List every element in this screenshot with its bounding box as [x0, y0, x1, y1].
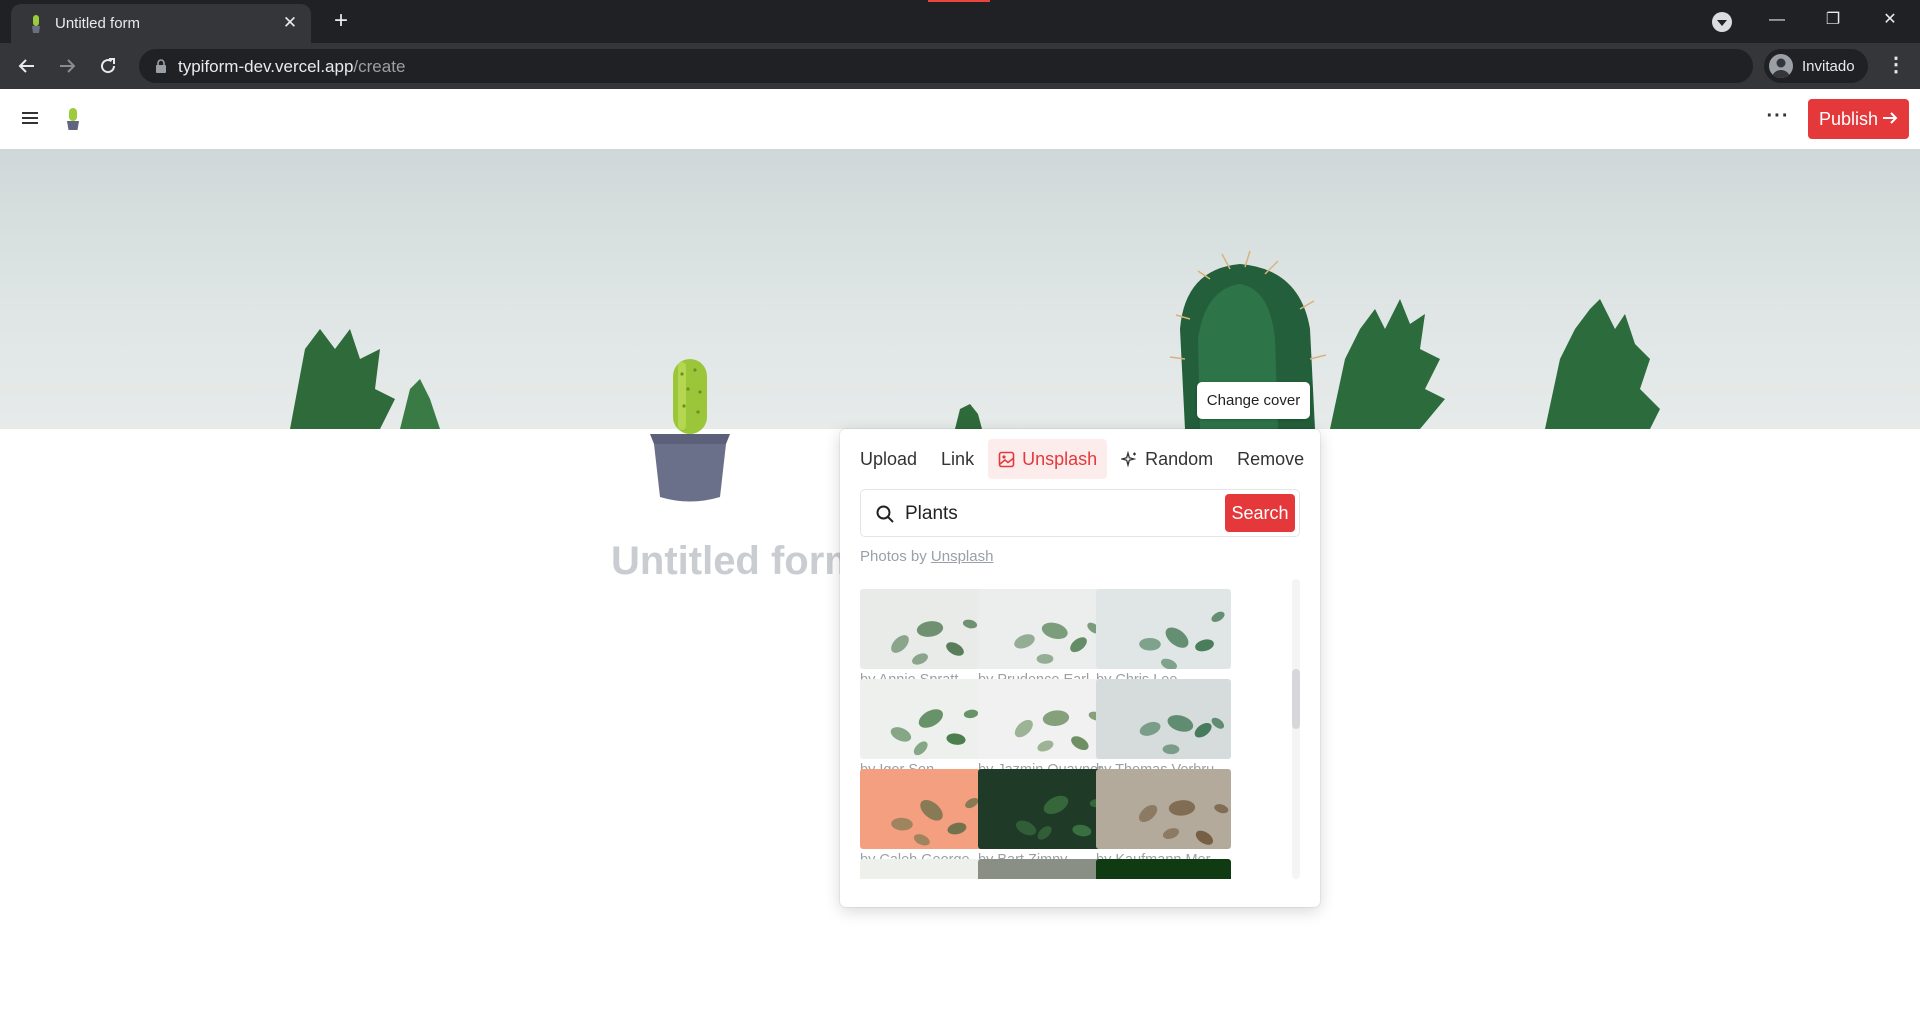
restore-button[interactable]: ❐: [1813, 6, 1853, 34]
photo-tile[interactable]: by Igor Son: [860, 679, 995, 778]
url-path: /create: [353, 57, 406, 76]
more-options-icon[interactable]: ···: [1764, 106, 1792, 131]
photo-thumbnail[interactable]: [978, 589, 1113, 669]
app-header: ··· Publish: [0, 89, 1920, 149]
sparkle-icon: [1121, 450, 1137, 467]
tab-search-icon[interactable]: [1712, 12, 1732, 32]
unsplash-search-box: Search: [860, 489, 1300, 537]
forward-button[interactable]: [51, 50, 83, 82]
unsplash-search-input[interactable]: [905, 500, 1205, 528]
photo-tile[interactable]: by Kaufmann Mercantile: [1096, 769, 1231, 868]
change-cover-button[interactable]: Change cover: [1197, 382, 1310, 419]
credit-prefix: Photos by: [860, 548, 927, 565]
tabstrip-accent: [928, 0, 990, 2]
cactus-cover-illustration: [290, 250, 1660, 429]
cactus-favicon-icon: [32, 15, 40, 33]
photo-tile[interactable]: by Prudence Earl: [978, 589, 1113, 688]
photo-grid-scrollbar[interactable]: [1292, 579, 1300, 879]
tab-title: Untitled form: [55, 15, 141, 32]
tab-link-label: Link: [941, 448, 975, 469]
tab-remove[interactable]: Remove: [1227, 439, 1314, 479]
photo-tile[interactable]: by Annie Spratt: [860, 589, 995, 688]
photo-grid-scroll-thumb[interactable]: [1292, 669, 1300, 729]
tab-random[interactable]: Random: [1111, 439, 1223, 479]
photo-thumbnail[interactable]: [860, 589, 995, 669]
lock-icon: [156, 59, 166, 73]
tab-upload[interactable]: Upload: [850, 439, 927, 479]
address-bar[interactable]: typiform-dev.vercel.app/create: [139, 49, 1753, 83]
photo-tile[interactable]: by Thomas Verbruggen: [1096, 679, 1231, 778]
tab-unsplash[interactable]: Unsplash: [988, 439, 1108, 479]
photo-tile[interactable]: by Bart Zimny: [978, 769, 1113, 868]
arrow-right-icon: [1883, 112, 1898, 124]
photo-thumbnail[interactable]: [978, 859, 1113, 879]
tab-upload-label: Upload: [860, 448, 918, 469]
back-button[interactable]: [11, 50, 43, 82]
photo-tile[interactable]: [978, 859, 1113, 879]
photo-thumbnail[interactable]: [860, 679, 995, 759]
window-close-button[interactable]: ✕: [1870, 6, 1910, 34]
search-button[interactable]: Search: [1225, 494, 1295, 532]
cover-picker-tabs: Upload Link Unsplash Random Remove: [850, 439, 1318, 481]
profile-button[interactable]: Invitado: [1764, 49, 1868, 83]
arrow-left-icon: [18, 59, 34, 73]
photo-thumbnail[interactable]: [1096, 679, 1231, 759]
photo-thumbnail[interactable]: [1096, 859, 1231, 879]
unsplash-credit: Photos by Unsplash: [860, 548, 993, 565]
photo-grid-viewport: by Annie Sprattby Prudence Earlby Chris …: [860, 574, 1290, 879]
arrow-right-icon: [60, 59, 76, 73]
tab-link[interactable]: Link: [931, 439, 984, 479]
cover-image: [0, 149, 1920, 429]
photo-tile[interactable]: by Jazmin Quaynor: [978, 679, 1113, 778]
tab-remove-label: Remove: [1237, 448, 1305, 469]
profile-label: Invitado: [1802, 58, 1855, 75]
photo-thumbnail[interactable]: [860, 859, 995, 879]
publish-label: Publish: [1819, 108, 1879, 129]
cactus-form-icon[interactable]: [640, 354, 740, 504]
photo-tile[interactable]: [1096, 859, 1231, 879]
browser-tab[interactable]: Untitled form ✕: [11, 4, 311, 43]
url-host: typiform-dev.vercel.app: [178, 57, 354, 76]
tab-random-label: Random: [1145, 448, 1214, 469]
browser-menu-icon[interactable]: ⋮: [1880, 50, 1912, 82]
browser-tabstrip: Untitled form ✕ + — ❐ ✕: [0, 0, 1920, 43]
hamburger-menu-icon[interactable]: [20, 109, 40, 129]
photo-tile[interactable]: by Caleb George: [860, 769, 995, 868]
new-tab-button[interactable]: +: [325, 6, 357, 38]
photo-tile[interactable]: by Chris Lee: [1096, 589, 1231, 688]
photo-thumbnail[interactable]: [860, 769, 995, 849]
browser-toolbar: typiform-dev.vercel.app/create Invitado …: [0, 43, 1920, 89]
search-icon: [876, 505, 894, 523]
photo-thumbnail[interactable]: [1096, 769, 1231, 849]
form-title[interactable]: Untitled form: [611, 539, 860, 584]
image-icon: [998, 451, 1015, 467]
photo-thumbnail[interactable]: [978, 679, 1113, 759]
tab-close-icon[interactable]: ✕: [279, 12, 301, 34]
url-text: typiform-dev.vercel.app/create: [178, 57, 405, 77]
unsplash-link[interactable]: Unsplash: [931, 548, 994, 565]
reload-icon: [101, 58, 116, 74]
photo-thumbnail[interactable]: [978, 769, 1113, 849]
reload-button[interactable]: [92, 50, 124, 82]
photo-tile[interactable]: [860, 859, 995, 879]
photo-thumbnail[interactable]: [1096, 589, 1231, 669]
avatar-icon: [1769, 54, 1793, 78]
cover-picker-popover: Upload Link Unsplash Random Remove Searc…: [840, 429, 1320, 907]
minimize-button[interactable]: —: [1757, 6, 1797, 34]
publish-button[interactable]: Publish: [1808, 99, 1909, 139]
tab-unsplash-label: Unsplash: [1022, 448, 1098, 469]
cactus-logo-icon: [67, 108, 79, 130]
